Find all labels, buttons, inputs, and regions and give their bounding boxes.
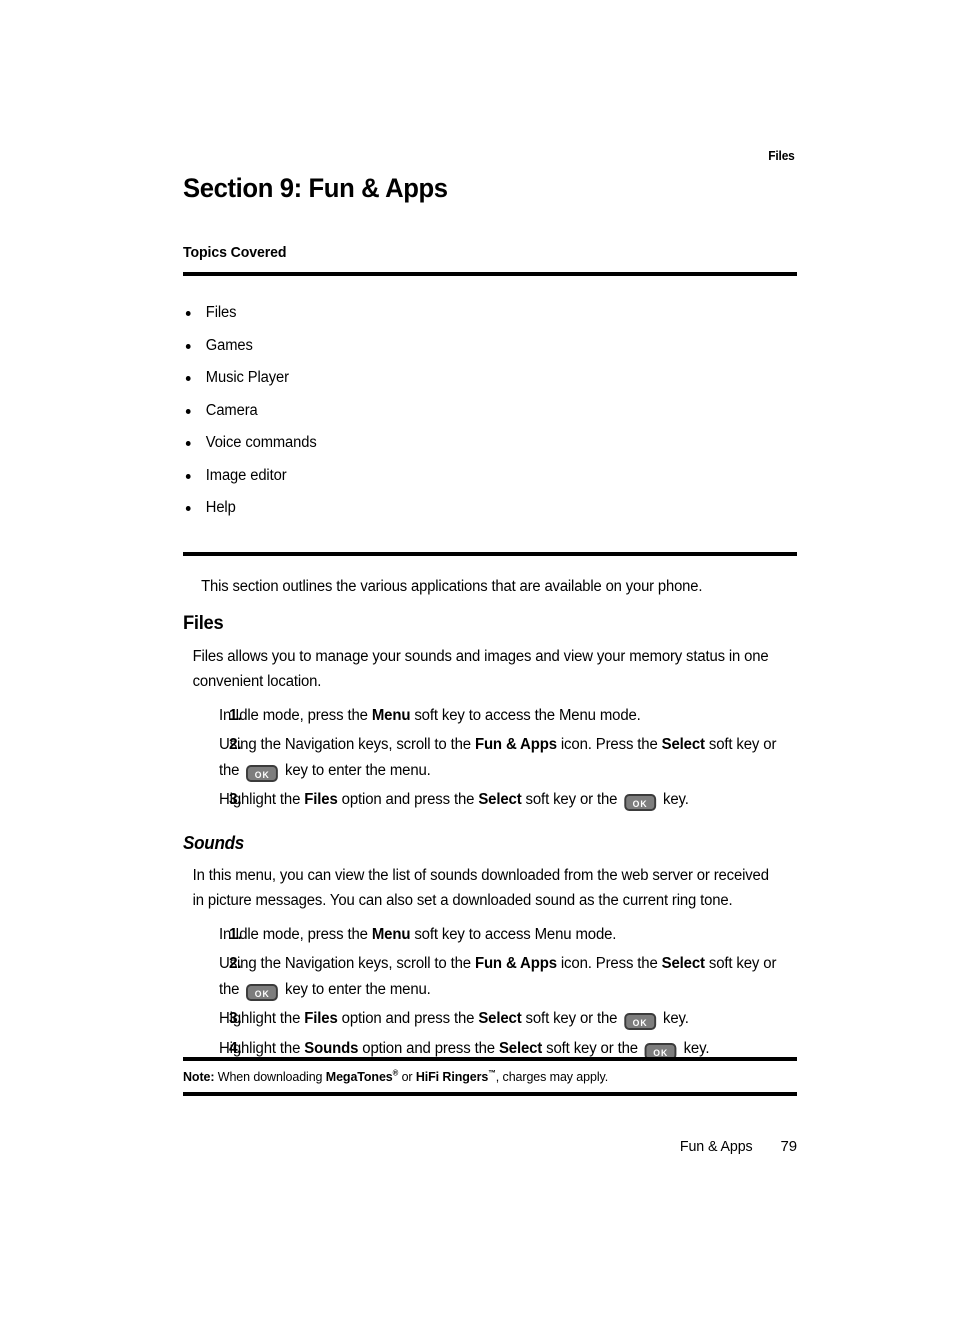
body-text: In Idle mode, press the [219, 925, 372, 943]
emphasis-text: Select [478, 1010, 522, 1027]
divider-under-topics-label [183, 272, 797, 276]
manual-page: Files Section 9: Fun & Apps Topics Cover… [0, 0, 954, 1319]
body-text: key to enter the menu. [281, 980, 431, 998]
emphasis-text: Select [661, 736, 705, 753]
heading-sounds: Sounds [183, 832, 244, 853]
body-text: icon. Press the [556, 736, 662, 753]
divider-below-note [183, 1092, 797, 1096]
emphasis-text: Sounds [304, 1039, 359, 1057]
footer-page-number: 79 [780, 1138, 798, 1155]
emphasis-text: Select [498, 1039, 543, 1057]
superscript-mark: ™ [488, 1068, 496, 1078]
body-text: option and press the [337, 1010, 479, 1027]
body-text: key. [679, 1039, 710, 1057]
note-block: Note: When downloading MegaTones® or HiF… [183, 1057, 797, 1096]
emphasis-text: MegaTones [325, 1069, 393, 1084]
footer-chapter-name: Fun & Apps [680, 1138, 753, 1155]
sounds-steps: 1. In Idle mode, press the Menu soft key … [183, 922, 797, 1062]
ok-key-icon: OK [624, 1013, 657, 1030]
divider-above-note [183, 1057, 797, 1061]
files-steps: 1. In Idle mode, press the Menu soft key … [183, 703, 797, 813]
ok-key-icon: OK [246, 983, 279, 1001]
body-text: soft key or the [542, 1039, 642, 1057]
body-text: In Idle mode, press the [219, 706, 372, 724]
body-text: soft key to access Menu mode. [410, 925, 617, 943]
sounds-paragraph: In this menu, you can view the list of s… [192, 866, 769, 910]
body-text: soft key or the [521, 1010, 622, 1027]
heading-files: Files [183, 611, 224, 634]
body-text: soft key or the [521, 791, 622, 808]
intro-paragraph: This section outlines the various applic… [201, 577, 703, 595]
step-text: In Idle mode, press the Menu soft key to… [219, 703, 777, 729]
emphasis-text: Menu [371, 706, 411, 724]
body-text: , charges may apply. [495, 1069, 609, 1084]
body-text: Highlight the [219, 791, 305, 808]
numbered-step: 2. Using the Navigation keys, scroll to t… [183, 732, 797, 783]
body-text: key. [658, 791, 689, 808]
body-text: option and press the [358, 1039, 499, 1057]
body-text: When downloading [214, 1069, 326, 1084]
emphasis-text: Select [478, 791, 522, 808]
emphasis-text: Menu [371, 925, 411, 943]
running-head: Files [768, 148, 796, 163]
ok-key-icon: OK [246, 764, 279, 782]
topics-covered-label: Topics Covered [183, 244, 287, 261]
emphasis-text: Note: [183, 1069, 215, 1084]
page-footer: Fun & Apps 79 [183, 1138, 797, 1155]
divider-under-topics-list [183, 551, 797, 556]
topic-list-item: Music Player [183, 362, 766, 395]
page-content: Section 9: Fun & Apps Topics Covered Fil… [183, 172, 797, 1061]
step-text: Highlight the Files option and press the… [219, 1006, 777, 1032]
numbered-step: 1. In Idle mode, press the Menu soft key … [183, 703, 797, 729]
body-text: Using the Navigation keys, scroll to the [219, 955, 475, 972]
topic-list-item: Camera [183, 395, 766, 428]
topic-list-item: Voice commands [183, 427, 766, 460]
numbered-step: 1. In Idle mode, press the Menu soft key … [183, 922, 797, 948]
body-text: key to enter the menu. [281, 761, 431, 779]
body-text: Using the Navigation keys, scroll to the [219, 736, 475, 753]
numbered-step: 2. Using the Navigation keys, scroll to t… [183, 951, 797, 1002]
topic-list-item: Help [183, 492, 766, 525]
body-text: Highlight the [219, 1010, 305, 1027]
topic-list-item: Files [183, 297, 766, 330]
body-text: key. [658, 1010, 689, 1027]
body-text: option and press the [337, 791, 479, 808]
step-text: Highlight the Files option and press the… [219, 787, 777, 813]
emphasis-text: HiFi Ringers [415, 1069, 489, 1084]
emphasis-text: Fun & Apps [474, 955, 557, 972]
step-text: Using the Navigation keys, scroll to the… [219, 732, 777, 783]
note-text: Note: When downloading MegaTones® or HiF… [183, 1068, 772, 1086]
emphasis-text: Select [661, 955, 705, 972]
emphasis-text: Files [304, 791, 338, 808]
emphasis-text: Files [304, 1010, 338, 1027]
topics-list: Files Games Music Player Camera Voice comman… [183, 297, 797, 525]
files-paragraph: Files allows you to manage your sounds a… [192, 647, 769, 691]
topic-list-item: Games [183, 330, 766, 363]
step-text: Using the Navigation keys, scroll to the… [219, 951, 777, 1002]
ok-key-icon: OK [624, 794, 657, 811]
step-text: In Idle mode, press the Menu soft key to… [219, 922, 777, 948]
body-text: or [398, 1069, 416, 1084]
topic-list-item: Image editor [183, 460, 766, 493]
page-title: Section 9: Fun & Apps [183, 173, 448, 203]
numbered-step: 3. Highlight the Files option and press t… [183, 1006, 797, 1032]
body-text: Highlight the [219, 1039, 305, 1057]
numbered-step: 3. Highlight the Files option and press t… [183, 787, 797, 813]
emphasis-text: Fun & Apps [474, 736, 557, 753]
body-text: soft key to access the Menu mode. [410, 706, 641, 724]
body-text: icon. Press the [556, 955, 662, 972]
